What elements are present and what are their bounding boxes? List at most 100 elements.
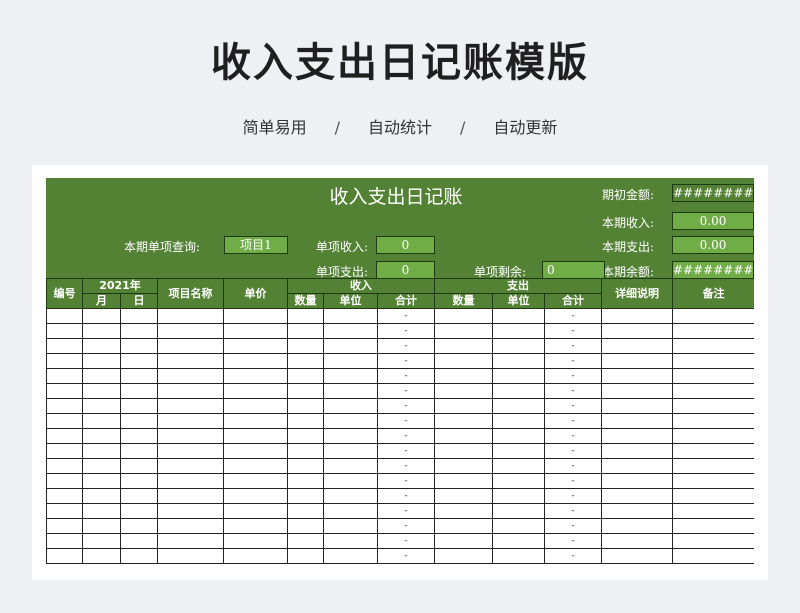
- table-cell[interactable]: [46, 398, 83, 414]
- item-query-select[interactable]: 项目1: [224, 236, 288, 254]
- table-cell[interactable]: [323, 533, 378, 549]
- table-cell[interactable]: [157, 368, 224, 384]
- expense-total-cell[interactable]: -: [544, 518, 603, 534]
- table-cell[interactable]: [434, 353, 494, 369]
- table-cell[interactable]: [223, 413, 288, 429]
- table-cell[interactable]: [323, 503, 378, 519]
- table-cell[interactable]: [434, 548, 494, 564]
- table-cell[interactable]: [492, 488, 546, 504]
- item-expense-cell[interactable]: 0: [376, 261, 435, 279]
- income-total-cell[interactable]: -: [376, 323, 436, 339]
- table-cell[interactable]: [323, 428, 378, 444]
- table-cell[interactable]: [157, 533, 224, 549]
- period-balance-cell[interactable]: #########: [672, 261, 754, 279]
- table-cell[interactable]: [323, 443, 378, 459]
- expense-total-cell[interactable]: -: [544, 368, 603, 384]
- opening-balance-cell[interactable]: #########: [672, 184, 754, 202]
- table-cell[interactable]: [223, 548, 288, 564]
- income-total-cell[interactable]: -: [376, 413, 436, 429]
- table-cell[interactable]: [323, 398, 378, 414]
- table-cell[interactable]: [672, 368, 754, 384]
- table-cell[interactable]: [672, 503, 754, 519]
- item-balance-cell[interactable]: 0: [542, 261, 605, 279]
- table-cell[interactable]: [434, 398, 494, 414]
- expense-total-cell[interactable]: -: [544, 413, 603, 429]
- table-cell[interactable]: [82, 323, 121, 339]
- table-cell[interactable]: [157, 308, 224, 324]
- expense-total-cell[interactable]: -: [544, 458, 603, 474]
- income-total-cell[interactable]: -: [376, 458, 436, 474]
- table-cell[interactable]: [46, 533, 83, 549]
- table-cell[interactable]: [46, 473, 83, 489]
- table-cell[interactable]: [601, 488, 674, 504]
- table-cell[interactable]: [120, 488, 158, 504]
- table-cell[interactable]: [120, 503, 158, 519]
- table-cell[interactable]: [492, 518, 546, 534]
- income-total-cell[interactable]: -: [376, 503, 436, 519]
- table-cell[interactable]: [601, 368, 674, 384]
- table-cell[interactable]: [223, 428, 288, 444]
- table-cell[interactable]: [287, 533, 324, 549]
- table-cell[interactable]: [157, 323, 224, 339]
- table-cell[interactable]: [434, 383, 494, 399]
- table-cell[interactable]: [120, 383, 158, 399]
- table-cell[interactable]: [492, 353, 546, 369]
- table-cell[interactable]: [82, 533, 121, 549]
- table-cell[interactable]: [434, 473, 494, 489]
- table-cell[interactable]: [672, 308, 754, 324]
- income-total-cell[interactable]: -: [376, 443, 436, 459]
- expense-total-cell[interactable]: -: [544, 503, 603, 519]
- table-cell[interactable]: [323, 368, 378, 384]
- table-cell[interactable]: [82, 383, 121, 399]
- table-cell[interactable]: [434, 518, 494, 534]
- table-cell[interactable]: [157, 398, 224, 414]
- table-cell[interactable]: [672, 533, 754, 549]
- table-cell[interactable]: [601, 308, 674, 324]
- table-cell[interactable]: [434, 443, 494, 459]
- table-cell[interactable]: [223, 518, 288, 534]
- table-cell[interactable]: [46, 413, 83, 429]
- table-cell[interactable]: [46, 518, 83, 534]
- table-cell[interactable]: [82, 488, 121, 504]
- table-cell[interactable]: [672, 518, 754, 534]
- table-cell[interactable]: [492, 323, 546, 339]
- expense-total-cell[interactable]: -: [544, 428, 603, 444]
- table-cell[interactable]: [601, 443, 674, 459]
- table-cell[interactable]: [157, 443, 224, 459]
- income-total-cell[interactable]: -: [376, 398, 436, 414]
- table-cell[interactable]: [323, 323, 378, 339]
- income-total-cell[interactable]: -: [376, 548, 436, 564]
- table-cell[interactable]: [492, 428, 546, 444]
- table-cell[interactable]: [157, 488, 224, 504]
- table-cell[interactable]: [46, 503, 83, 519]
- period-expense-cell[interactable]: 0.00: [672, 236, 754, 254]
- table-cell[interactable]: [434, 428, 494, 444]
- table-cell[interactable]: [82, 443, 121, 459]
- table-cell[interactable]: [82, 338, 121, 354]
- table-cell[interactable]: [82, 503, 121, 519]
- table-cell[interactable]: [287, 548, 324, 564]
- table-cell[interactable]: [672, 398, 754, 414]
- table-cell[interactable]: [82, 518, 121, 534]
- expense-total-cell[interactable]: -: [544, 548, 603, 564]
- table-cell[interactable]: [157, 503, 224, 519]
- table-cell[interactable]: [601, 548, 674, 564]
- table-cell[interactable]: [492, 458, 546, 474]
- table-cell[interactable]: [223, 443, 288, 459]
- table-cell[interactable]: [672, 383, 754, 399]
- table-cell[interactable]: [46, 443, 83, 459]
- table-cell[interactable]: [434, 503, 494, 519]
- income-total-cell[interactable]: -: [376, 533, 436, 549]
- table-cell[interactable]: [46, 383, 83, 399]
- table-cell[interactable]: [672, 443, 754, 459]
- income-total-cell[interactable]: -: [376, 428, 436, 444]
- table-cell[interactable]: [287, 458, 324, 474]
- table-cell[interactable]: [601, 398, 674, 414]
- table-cell[interactable]: [601, 323, 674, 339]
- income-total-cell[interactable]: -: [376, 488, 436, 504]
- table-cell[interactable]: [323, 458, 378, 474]
- table-cell[interactable]: [323, 488, 378, 504]
- table-cell[interactable]: [492, 443, 546, 459]
- table-cell[interactable]: [82, 473, 121, 489]
- table-cell[interactable]: [434, 533, 494, 549]
